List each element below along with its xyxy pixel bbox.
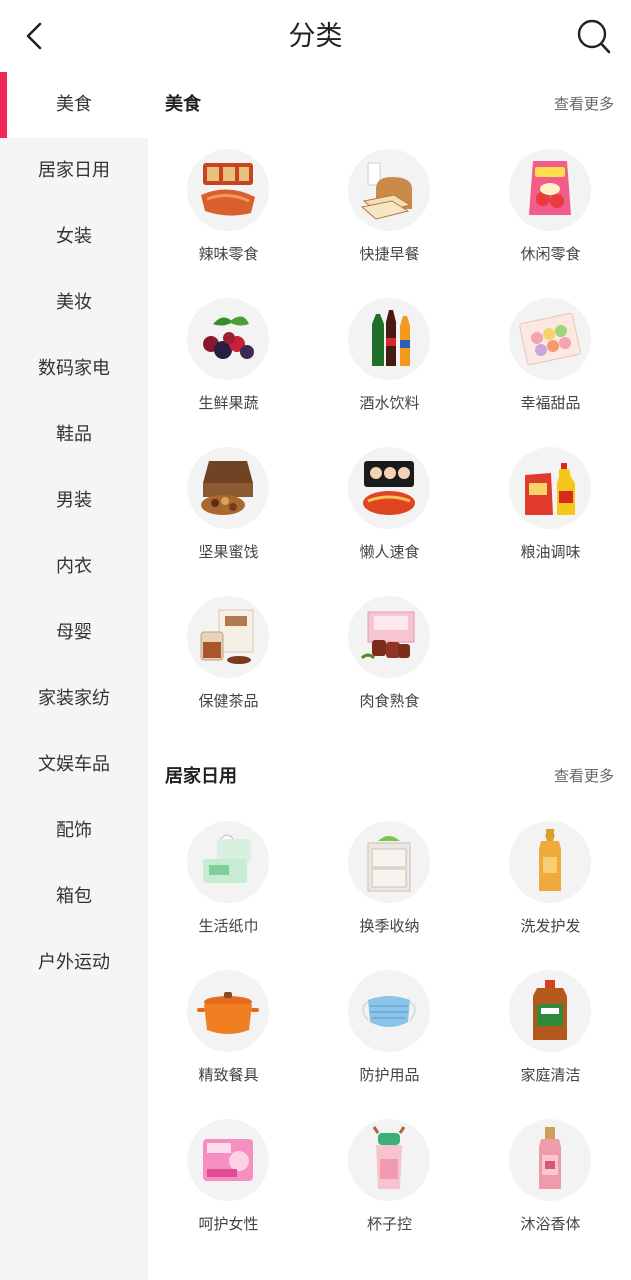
tissue-icon bbox=[187, 821, 269, 903]
sidebar-item-entertainment[interactable]: 文娱车品 bbox=[0, 732, 148, 798]
category-item[interactable]: 肉食熟食 bbox=[309, 581, 470, 730]
category-label: 坚果蜜饯 bbox=[198, 543, 259, 561]
category-label: 懒人速食 bbox=[359, 543, 420, 561]
sidebar-item-shoes[interactable]: 鞋品 bbox=[0, 402, 148, 468]
category-item[interactable]: 家庭清洁 bbox=[470, 955, 631, 1104]
section-title: 美食 bbox=[165, 94, 201, 115]
section-header: 美食 查看更多 bbox=[148, 72, 631, 134]
sidebar-item-food[interactable]: 美食 bbox=[0, 72, 148, 138]
category-label: 生鲜果蔬 bbox=[198, 394, 259, 412]
category-item[interactable]: 懒人速食 bbox=[309, 432, 470, 581]
view-more-link[interactable]: 查看更多 bbox=[554, 765, 614, 786]
meat-box-icon bbox=[348, 596, 430, 678]
sidebar-item-bags[interactable]: 箱包 bbox=[0, 864, 148, 930]
category-item[interactable]: 酒水饮料 bbox=[309, 283, 470, 432]
header-bar: 分类 bbox=[0, 0, 631, 72]
category-item[interactable]: 杯子控 bbox=[309, 1104, 470, 1253]
category-label: 快捷早餐 bbox=[359, 245, 420, 263]
category-label: 沐浴香体 bbox=[520, 1215, 581, 1233]
category-label: 幸福甜品 bbox=[520, 394, 581, 412]
bottles-icon bbox=[348, 298, 430, 380]
category-label: 肉食熟食 bbox=[359, 692, 420, 710]
sidebar-item-textiles[interactable]: 家装家纺 bbox=[0, 666, 148, 732]
berries-icon bbox=[187, 298, 269, 380]
category-item[interactable]: 生鲜果蔬 bbox=[148, 283, 309, 432]
sidebar-item-accessories[interactable]: 配饰 bbox=[0, 798, 148, 864]
sidebar-item-beauty[interactable]: 美妆 bbox=[0, 270, 148, 336]
nuts-box-icon bbox=[187, 447, 269, 529]
search-button[interactable] bbox=[575, 16, 613, 56]
category-sidebar: 美食 居家日用 女装 美妆 数码家电 鞋品 男装 内衣 母婴 家装家纺 文娱车品… bbox=[0, 72, 148, 1280]
category-item[interactable]: 快捷早餐 bbox=[309, 134, 470, 283]
shampoo-bottle-icon bbox=[509, 821, 591, 903]
section-header: 居家日用 查看更多 bbox=[148, 744, 631, 806]
category-item[interactable]: 精致餐具 bbox=[148, 955, 309, 1104]
oil-rice-icon bbox=[509, 447, 591, 529]
bread-icon bbox=[348, 149, 430, 231]
storage-drawer-icon bbox=[348, 821, 430, 903]
category-label: 酒水饮料 bbox=[359, 394, 420, 412]
sidebar-item-baby[interactable]: 母婴 bbox=[0, 600, 148, 666]
category-label: 保健茶品 bbox=[198, 692, 259, 710]
sidebar-item-men[interactable]: 男装 bbox=[0, 468, 148, 534]
sidebar-item-women[interactable]: 女装 bbox=[0, 204, 148, 270]
sidebar-item-digital[interactable]: 数码家电 bbox=[0, 336, 148, 402]
category-item[interactable]: 辣味零食 bbox=[148, 134, 309, 283]
category-item[interactable]: 呵护女性 bbox=[148, 1104, 309, 1253]
perfume-mist-icon bbox=[509, 1119, 591, 1201]
category-item[interactable]: 沐浴香体 bbox=[470, 1104, 631, 1253]
category-label: 呵护女性 bbox=[198, 1215, 259, 1233]
macaron-box-icon bbox=[509, 298, 591, 380]
disinfectant-bottle-icon bbox=[509, 970, 591, 1052]
sidebar-item-underwear[interactable]: 内衣 bbox=[0, 534, 148, 600]
instant-noodle-icon bbox=[348, 447, 430, 529]
sidebar-item-home[interactable]: 居家日用 bbox=[0, 138, 148, 204]
category-item[interactable]: 换季收纳 bbox=[309, 806, 470, 955]
spicy-snack-icon bbox=[187, 149, 269, 231]
category-label: 家庭清洁 bbox=[520, 1066, 581, 1084]
water-cup-icon bbox=[348, 1119, 430, 1201]
category-item[interactable]: 幸福甜品 bbox=[470, 283, 631, 432]
cooking-pot-icon bbox=[187, 970, 269, 1052]
category-label: 防护用品 bbox=[359, 1066, 420, 1084]
search-icon bbox=[577, 19, 611, 54]
category-item[interactable]: 休闲零食 bbox=[470, 134, 631, 283]
tea-box-icon bbox=[187, 596, 269, 678]
sanitary-pad-icon bbox=[187, 1119, 269, 1201]
category-item[interactable]: 粮油调味 bbox=[470, 432, 631, 581]
section-title: 居家日用 bbox=[165, 766, 237, 787]
category-label: 生活纸巾 bbox=[198, 917, 259, 935]
sidebar-item-outdoor[interactable]: 户外运动 bbox=[0, 930, 148, 996]
category-grid: 生活纸巾 换季收纳 洗发护发 精致餐具 防护用品 家庭清洁 呵护女性 杯子控 沐… bbox=[148, 806, 631, 1253]
category-item[interactable]: 生活纸巾 bbox=[148, 806, 309, 955]
category-label: 辣味零食 bbox=[198, 245, 259, 263]
page-title: 分类 bbox=[288, 21, 343, 52]
category-label: 杯子控 bbox=[366, 1215, 412, 1233]
category-item[interactable]: 洗发护发 bbox=[470, 806, 631, 955]
category-label: 换季收纳 bbox=[359, 917, 420, 935]
category-label: 粮油调味 bbox=[520, 543, 581, 561]
category-label: 精致餐具 bbox=[198, 1066, 259, 1084]
face-mask-icon bbox=[348, 970, 430, 1052]
category-label: 洗发护发 bbox=[520, 917, 581, 935]
category-grid: 辣味零食 快捷早餐 休闲零食 生鲜果蔬 酒水饮料 幸福甜品 坚果蜜饯 懒人速食 … bbox=[148, 134, 631, 730]
chips-bag-icon bbox=[509, 149, 591, 231]
category-item[interactable]: 防护用品 bbox=[309, 955, 470, 1104]
view-more-link[interactable]: 查看更多 bbox=[554, 93, 614, 114]
category-item[interactable]: 保健茶品 bbox=[148, 581, 309, 730]
category-content: 美食 查看更多 辣味零食 快捷早餐 休闲零食 生鲜果蔬 酒水饮料 幸福甜品 坚果… bbox=[148, 72, 631, 1280]
category-label: 休闲零食 bbox=[520, 245, 581, 263]
category-item[interactable]: 坚果蜜饯 bbox=[148, 432, 309, 581]
